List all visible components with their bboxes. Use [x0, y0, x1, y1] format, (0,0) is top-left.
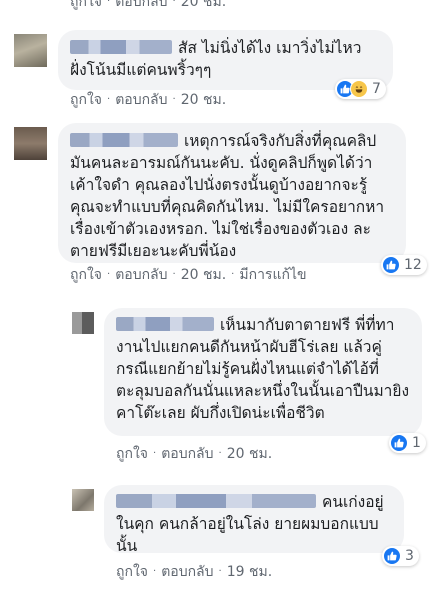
comment-actions: ถูกใจ · ตอบกลับ · 20 ชม.	[116, 445, 272, 463]
timestamp[interactable]: 20 ชม.	[181, 91, 226, 109]
reply-bubble: คนเก่งอยู่ในคุก คนกล้าอยู่ในโล่ง ยายผมบอ…	[104, 485, 404, 555]
edited-label[interactable]: มีการแก้ไข	[239, 266, 306, 284]
reply-link[interactable]: ตอบกลับ	[115, 0, 167, 11]
reply-bubble: เห็นมากับตาตายฟรี พี่ที่ทางานไปแยกคนดีกั…	[104, 308, 422, 436]
like-link[interactable]: ถูกใจ	[70, 266, 102, 284]
separator-dot: ·	[172, 94, 176, 105]
reply-link[interactable]: ตอบกลับ	[115, 91, 167, 109]
commenter-name[interactable]	[70, 40, 172, 54]
separator-dot: ·	[107, 0, 111, 7]
comment-actions: ถูกใจ · ตอบกลับ · 19 ชม.	[116, 563, 272, 581]
separator-dot: ·	[153, 448, 157, 459]
reactions-summary[interactable]: 7	[335, 79, 386, 99]
commenter-name[interactable]	[116, 317, 214, 331]
avatar[interactable]	[72, 312, 94, 334]
like-link[interactable]: ถูกใจ	[70, 91, 102, 109]
like-icon	[382, 256, 400, 274]
separator-dot: ·	[218, 566, 222, 577]
reactions-summary[interactable]: 1	[389, 433, 426, 453]
like-link[interactable]: ถูกใจ	[116, 445, 148, 463]
comment-actions: ถูกใจ · ตอบกลับ · 20 ชม.	[70, 0, 226, 11]
haha-icon	[350, 80, 368, 98]
like-icon	[383, 547, 401, 565]
separator-dot: ·	[153, 566, 157, 577]
commenter-name[interactable]	[116, 494, 316, 508]
timestamp[interactable]: 20 ชม.	[227, 445, 272, 463]
timestamp[interactable]: 20 ชม.	[181, 266, 226, 284]
separator-dot: ·	[172, 269, 176, 280]
reply-link[interactable]: ตอบกลับ	[161, 563, 213, 581]
comment-actions: ถูกใจ · ตอบกลับ · 20 ชม.	[70, 91, 226, 109]
reactions-summary[interactable]: 3	[382, 546, 419, 566]
comment-bubble: เหตุการณ์จริงกับสิ่งที่คุณคลิปมันคนละอาร…	[58, 123, 406, 263]
reaction-count: 1	[412, 435, 421, 451]
reply-link[interactable]: ตอบกลับ	[115, 266, 167, 284]
like-link[interactable]: ถูกใจ	[70, 0, 102, 11]
separator-dot: ·	[231, 269, 235, 280]
reaction-count: 7	[372, 81, 381, 97]
avatar[interactable]	[14, 127, 47, 160]
separator-dot: ·	[107, 269, 111, 280]
reactions-summary[interactable]: 12	[381, 255, 427, 275]
avatar[interactable]	[72, 489, 94, 511]
like-link[interactable]: ถูกใจ	[116, 563, 148, 581]
separator-dot: ·	[218, 448, 222, 459]
like-icon	[390, 434, 408, 452]
commenter-name[interactable]	[70, 133, 178, 147]
comment-text: เหตุการณ์จริงกับสิ่งที่คุณคลิปมันคนละอาร…	[70, 132, 385, 260]
reaction-count: 12	[404, 257, 422, 273]
avatar[interactable]	[14, 34, 47, 67]
reaction-count: 3	[405, 548, 414, 564]
comment-text: เห็นมากับตาตายฟรี พี่ที่ทางานไปแยกคนดีกั…	[116, 316, 410, 422]
reply-link[interactable]: ตอบกลับ	[161, 445, 213, 463]
separator-dot: ·	[172, 0, 176, 7]
timestamp[interactable]: 19 ชม.	[227, 563, 272, 581]
timestamp[interactable]: 20 ชม.	[181, 0, 226, 11]
comment-actions: ถูกใจ · ตอบกลับ · 20 ชม. · มีการแก้ไข	[70, 266, 307, 284]
separator-dot: ·	[107, 94, 111, 105]
